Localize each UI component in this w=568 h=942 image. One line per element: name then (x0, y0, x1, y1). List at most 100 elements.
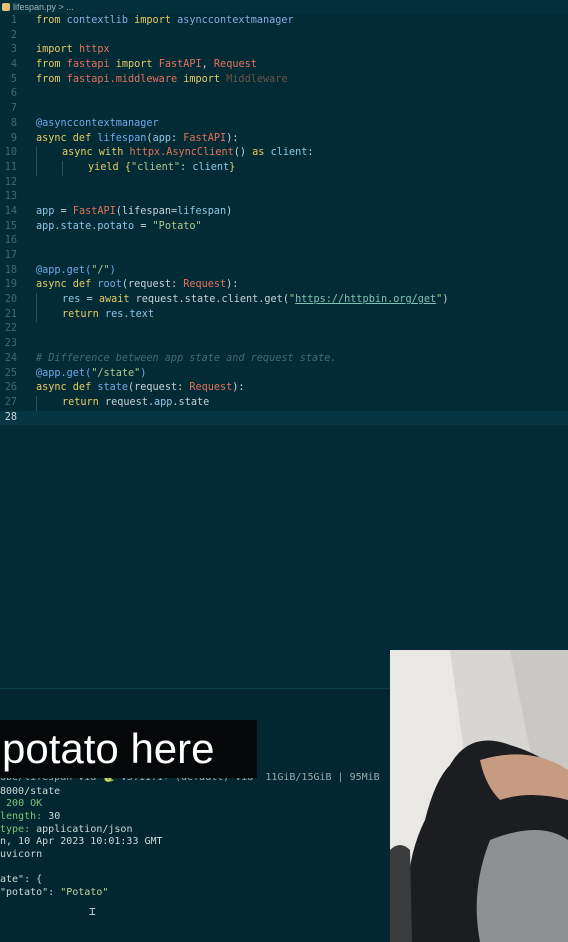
token: } (229, 161, 236, 173)
line-number: 1 (10, 15, 17, 26)
token: httpx (72, 44, 110, 56)
code-line-22[interactable]: 22 (0, 322, 568, 337)
line-number: 25 (4, 367, 17, 379)
token: () (233, 147, 253, 159)
code-line-11[interactable]: 11 yield {"client": client} (0, 160, 568, 176)
json-value: "Potato" (60, 887, 109, 898)
code-line-3[interactable]: 3 import httpx (0, 43, 568, 58)
line-number: 13 (4, 191, 17, 203)
json-line: "potato": "Potato" (0, 887, 108, 898)
token: Request (183, 279, 227, 291)
indent-guide (36, 293, 37, 308)
token: client (270, 147, 308, 159)
indent-guide (36, 307, 37, 323)
code-line-12[interactable]: 12 (0, 176, 568, 191)
token: : (180, 161, 193, 173)
url-link[interactable]: https://httpbin.org/get (295, 294, 436, 305)
token: asynccontextmanager (170, 15, 294, 26)
code-line-1[interactable]: 1 from contextlib import asynccontextmana… (0, 14, 568, 29)
token: from (36, 73, 61, 85)
code-line-15[interactable]: 15 app.state.potato = "Potato" (0, 220, 568, 235)
code-line-28-current[interactable]: 28 (0, 410, 568, 426)
comment: # Difference between app state and reque… (36, 352, 337, 364)
code-editor[interactable]: 1 from contextlib import asynccontextmana… (0, 14, 568, 434)
code-line-14[interactable]: 14 app = FastAPI(lifespan=lifespan) (0, 205, 568, 220)
breadcrumb[interactable]: > ... (59, 2, 74, 12)
code-line-7[interactable]: 7 (0, 102, 568, 117)
code-line-21[interactable]: 21 return res.text (0, 307, 568, 323)
token: async def (36, 132, 98, 144)
token: app (36, 205, 55, 217)
line-number: 5 (10, 73, 17, 85)
line-number: 2 (10, 29, 17, 41)
token: import (134, 15, 171, 26)
indent-guide (36, 160, 37, 176)
json-colon: : (48, 887, 61, 898)
indent-guide (36, 146, 37, 161)
token: app (154, 396, 173, 408)
code-line-27[interactable]: 27 return request.app.state (0, 395, 568, 411)
response-status: 200 OK (0, 798, 42, 809)
code-line-23[interactable]: 23 (0, 337, 568, 352)
token: async def (36, 382, 98, 394)
token: "/state" (91, 367, 141, 379)
line-number: 20 (4, 294, 17, 306)
token: return (62, 308, 105, 320)
token: ): (226, 132, 239, 144)
code-line-9[interactable]: 9 async def lifespan(app: FastAPI): (0, 132, 568, 147)
header-date: n, 10 Apr 2023 10:01:33 GMT (0, 836, 163, 847)
header-server: uvicorn (0, 849, 43, 860)
code-line-4[interactable]: 4 from fastapi import FastAPI, Request (0, 58, 568, 73)
token: : (170, 132, 184, 144)
token: request. (104, 396, 155, 408)
line-number: 12 (4, 176, 17, 188)
code-line-6[interactable]: 6 (0, 87, 568, 102)
token: = (80, 294, 99, 306)
line-number: 22 (4, 323, 17, 335)
code-line-10[interactable]: 10 async with httpx.AsyncClient() as clie… (0, 146, 568, 161)
token: res (62, 294, 81, 306)
header-value: application/json (36, 824, 133, 835)
header-key: type: (0, 824, 31, 835)
token: "client" (130, 161, 181, 173)
token: Middleware (220, 73, 288, 85)
webcam-overlay (390, 650, 568, 942)
line-number: 24 (4, 352, 17, 364)
token: FastAPI (152, 59, 202, 71)
code-line-25[interactable]: 25 @app.get("/state") (0, 367, 568, 382)
token: request.state.client.get( (129, 294, 289, 306)
code-line-26[interactable]: 26 async def state(request: Request): (0, 381, 568, 396)
token: ) (442, 294, 449, 306)
token: httpx.AsyncClient (129, 147, 234, 159)
code-line-2[interactable]: 2 (0, 29, 568, 44)
code-line-17[interactable]: 17 (0, 249, 568, 264)
token: contextlib (60, 15, 135, 26)
code-line-13[interactable]: 13 (0, 190, 568, 205)
token: fastapi (60, 59, 116, 71)
code-line-18[interactable]: 18 @app.get("/") (0, 264, 568, 279)
line-number: 18 (4, 264, 17, 276)
code-line-16[interactable]: 16 (0, 234, 568, 249)
token: lifespan (97, 132, 147, 144)
token: ): (232, 382, 245, 394)
python-file-icon (2, 3, 10, 11)
line-number: 15 (4, 220, 17, 232)
token: (request: (128, 382, 190, 394)
json-open: ate": { (0, 874, 43, 885)
line-number: 4 (10, 59, 17, 71)
panel-divider[interactable] (0, 688, 390, 689)
code-line-19[interactable]: 19 async def root(request: Request): (0, 278, 568, 293)
code-line-24[interactable]: 24 # Difference between app state and req… (0, 352, 568, 367)
code-line-8[interactable]: 8 @asynccontextmanager (0, 117, 568, 132)
header-content-type: type: application/json (0, 824, 132, 835)
token: FastAPI (183, 132, 227, 144)
line-number: 7 (10, 103, 17, 115)
token: @asynccontextmanager (36, 117, 159, 129)
line-number: 26 (4, 382, 17, 394)
code-line-20[interactable]: 20 res = await request.state.client.get("… (0, 293, 568, 308)
token: import (183, 73, 221, 85)
token: root (97, 279, 122, 291)
editor-tab[interactable]: lifespan.py > ... (0, 0, 568, 14)
token: async def (36, 279, 98, 291)
code-line-5[interactable]: 5 from fastapi.middleware import Middlewa… (0, 73, 568, 88)
